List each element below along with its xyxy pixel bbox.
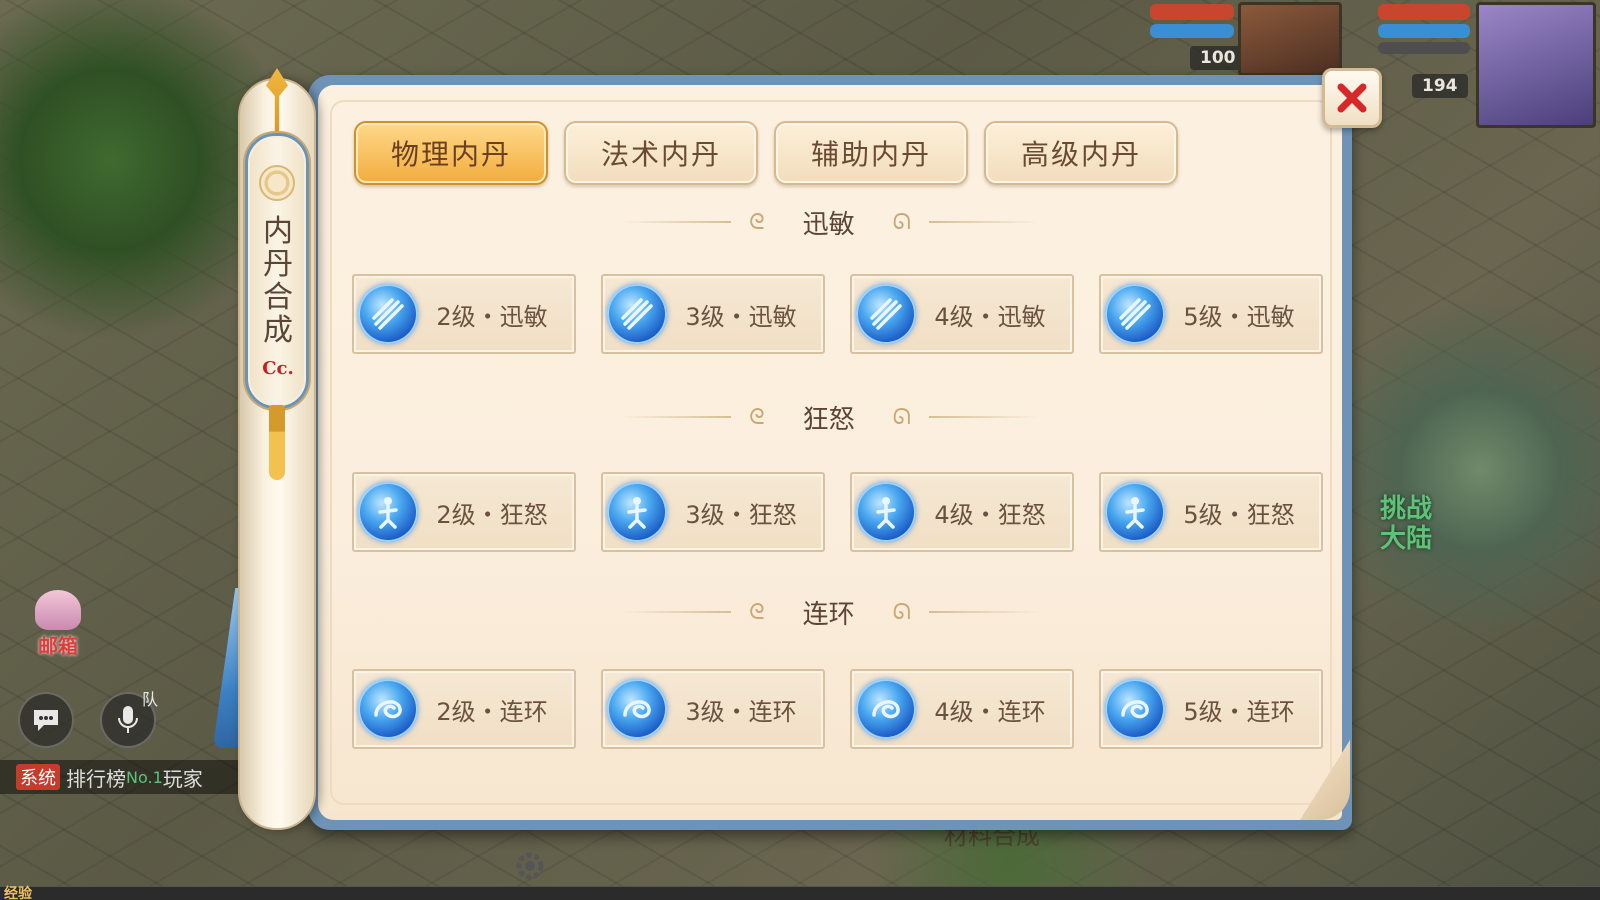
divider-line bbox=[621, 611, 732, 613]
section-title-swift: 迅敏 bbox=[802, 209, 855, 240]
item-swift-lv3[interactable]: 3级・迅敏 bbox=[601, 274, 825, 354]
item-label: 2级・连环 bbox=[436, 697, 548, 726]
microphone-icon bbox=[118, 706, 138, 733]
character-portrait[interactable] bbox=[1476, 2, 1596, 128]
player-hp-bar bbox=[1150, 4, 1234, 20]
close-icon bbox=[1337, 83, 1367, 113]
player-mp-bar bbox=[1150, 24, 1234, 38]
combo-icon bbox=[1105, 679, 1165, 739]
divider-line bbox=[928, 221, 1039, 223]
item-label: 4级・连环 bbox=[934, 697, 1046, 726]
fury-icon bbox=[1105, 482, 1165, 542]
item-swift-lv5[interactable]: 5级・迅敏 bbox=[1099, 274, 1323, 354]
combo-icon bbox=[856, 679, 916, 739]
item-label: 3级・狂怒 bbox=[685, 500, 797, 529]
section-header-swift: ᘓ 迅敏 ᘏ bbox=[580, 202, 1080, 242]
divider-line bbox=[621, 221, 732, 223]
item-row-swift: 2级・迅敏 3级・迅敏 4级・迅敏 5级・迅敏 bbox=[352, 274, 1323, 354]
item-label: 2级・迅敏 bbox=[436, 302, 548, 331]
seal-stamp: Cc. bbox=[262, 358, 294, 379]
combo-icon bbox=[358, 679, 418, 739]
divider-line bbox=[928, 611, 1039, 613]
pet-mp-bar bbox=[1378, 24, 1470, 38]
pet-level: 194 bbox=[1412, 74, 1468, 98]
item-fury-lv5[interactable]: 5级・狂怒 bbox=[1099, 472, 1323, 552]
settings-button[interactable] bbox=[512, 848, 548, 884]
tab-spell[interactable]: 法术内丹 bbox=[564, 121, 758, 185]
section-title-fury: 狂怒 bbox=[802, 404, 855, 435]
scroll-ornament-icon: ᘏ bbox=[892, 209, 911, 235]
divider-line bbox=[928, 416, 1039, 418]
item-swift-lv4[interactable]: 4级・迅敏 bbox=[850, 274, 1074, 354]
chat-channel-tag: 系统 bbox=[16, 764, 60, 790]
mailbox-button[interactable]: 邮箱 bbox=[28, 590, 88, 658]
pet-exp-bar bbox=[1378, 42, 1470, 54]
item-label: 4级・狂怒 bbox=[934, 500, 1046, 529]
item-row-combo: 2级・连环 3级・连环 4级・连环 5级・连环 bbox=[352, 669, 1323, 749]
item-combo-lv5[interactable]: 5级・连环 bbox=[1099, 669, 1323, 749]
scroll-ornament-icon: ᘏ bbox=[892, 404, 911, 430]
item-label: 5级・狂怒 bbox=[1183, 500, 1295, 529]
chat-message[interactable]: 系统 排行榜 No.1 玩家 bbox=[0, 760, 270, 794]
item-label: 3级・迅敏 bbox=[685, 302, 797, 331]
item-label: 3级・连环 bbox=[685, 697, 797, 726]
item-fury-lv3[interactable]: 3级・狂怒 bbox=[601, 472, 825, 552]
speech-bubble-icon bbox=[34, 710, 58, 731]
chat-text-highlight: No.1 bbox=[126, 767, 163, 787]
item-label: 5级・连环 bbox=[1183, 697, 1295, 726]
section-title-combo: 连环 bbox=[802, 599, 855, 630]
swift-icon bbox=[358, 284, 418, 344]
combo-icon bbox=[607, 679, 667, 739]
item-combo-lv4[interactable]: 4级・连环 bbox=[850, 669, 1074, 749]
chat-button[interactable] bbox=[18, 692, 74, 748]
scroll-ornament-icon: ᘓ bbox=[749, 599, 765, 625]
experience-bar: 经验 bbox=[0, 886, 1600, 900]
player-portrait[interactable] bbox=[1238, 2, 1342, 76]
fury-icon bbox=[358, 482, 418, 542]
team-channel-label[interactable]: 队 bbox=[142, 686, 158, 710]
coin-emblem-icon bbox=[259, 165, 295, 201]
item-swift-lv2[interactable]: 2级・迅敏 bbox=[352, 274, 576, 354]
swift-icon bbox=[856, 284, 916, 344]
event-text-2[interactable]: 大陆 bbox=[1380, 518, 1432, 555]
item-fury-lv4[interactable]: 4级・狂怒 bbox=[850, 472, 1074, 552]
fury-icon bbox=[856, 482, 916, 542]
item-row-fury: 2级・狂怒 3级・狂怒 4级・狂怒 5级・狂怒 bbox=[352, 472, 1323, 552]
tab-support[interactable]: 辅助内丹 bbox=[774, 121, 968, 185]
mailbox-icon bbox=[35, 590, 81, 630]
item-label: 5级・迅敏 bbox=[1183, 302, 1295, 331]
swift-icon bbox=[607, 284, 667, 344]
item-combo-lv2[interactable]: 2级・连环 bbox=[352, 669, 576, 749]
tassel-ornament bbox=[269, 405, 285, 480]
chat-text-prefix: 排行榜 bbox=[66, 766, 126, 791]
tab-physical[interactable]: 物理内丹 bbox=[354, 121, 548, 185]
scroll-ornament-icon: ᘓ bbox=[749, 209, 765, 235]
item-fury-lv2[interactable]: 2级・狂怒 bbox=[352, 472, 576, 552]
close-button[interactable] bbox=[1322, 68, 1382, 128]
chat-text-suffix: 玩家 bbox=[162, 766, 203, 791]
fury-icon bbox=[607, 482, 667, 542]
experience-label: 经验 bbox=[4, 886, 32, 900]
scroll-ornament-icon: ᘓ bbox=[749, 404, 765, 430]
scroll-ornament-icon: ᘏ bbox=[892, 599, 911, 625]
item-label: 4级・迅敏 bbox=[934, 302, 1046, 331]
category-tabs: 物理内丹 法术内丹 辅助内丹 高级内丹 bbox=[354, 121, 1178, 185]
mailbox-label: 邮箱 bbox=[38, 634, 78, 658]
item-combo-lv3[interactable]: 3级・连环 bbox=[601, 669, 825, 749]
section-header-fury: ᘓ 狂怒 ᘏ bbox=[580, 397, 1080, 437]
item-label: 2级・狂怒 bbox=[436, 500, 548, 529]
section-header-combo: ᘓ 连环 ᘏ bbox=[580, 592, 1080, 632]
gear-icon bbox=[516, 852, 544, 880]
swift-icon bbox=[1105, 284, 1165, 344]
tab-advanced[interactable]: 高级内丹 bbox=[984, 121, 1178, 185]
pet-hp-bar bbox=[1378, 4, 1470, 20]
dialog-title: 内丹合成 bbox=[263, 214, 293, 348]
divider-line bbox=[621, 416, 732, 418]
